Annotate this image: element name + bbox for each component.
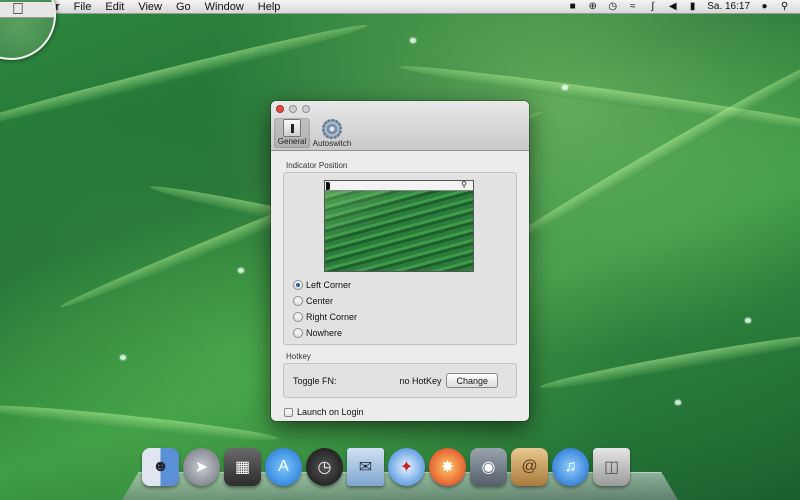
radio-nowhere[interactable]: Nowhere xyxy=(293,327,357,339)
hotkey-heading: Hotkey xyxy=(286,352,311,361)
dock: ☻ ➤ ▦ A ◷ ✉ ✦ ✸ ◉ @ ♫ ◫ xyxy=(142,448,630,486)
radio-left-corner[interactable]: Left Corner xyxy=(293,279,357,291)
safari-icon[interactable]: ✦ xyxy=(388,448,425,486)
tab-autoswitch-label: Autoswitch xyxy=(312,139,352,148)
target-icon[interactable]: ⊕ xyxy=(587,1,598,12)
indicator-position-group: ⚲ Left Corner Center Right Corner Nowher… xyxy=(283,172,517,345)
change-hotkey-button[interactable]: Change xyxy=(446,373,498,388)
spotlight-search-icon[interactable]: ⚲ xyxy=(779,1,790,12)
contacts-icon[interactable]: @ xyxy=(511,448,548,486)
radio-center-label: Center xyxy=(306,296,334,306)
bluetooth-icon[interactable]: ∫ xyxy=(647,1,658,12)
menu-edit[interactable]: Edit xyxy=(98,1,131,13)
radio-nowhere-button[interactable] xyxy=(293,328,303,338)
indicator-position-heading: Indicator Position xyxy=(286,161,348,170)
radio-right-corner-label: Right Corner xyxy=(306,312,358,322)
preferences-window: General Autoswitch Indicator Position ⚲ … xyxy=(271,101,529,421)
hotkey-value: no HotKey xyxy=(399,375,442,386)
launch-on-login-row[interactable]: Launch on Login xyxy=(284,407,517,417)
user-icon[interactable]: ● xyxy=(759,1,770,12)
radio-left-corner-label: Left Corner xyxy=(306,280,352,290)
trash-icon[interactable]: ◫ xyxy=(593,448,630,486)
finder-icon[interactable]: ☻ xyxy=(142,448,179,486)
wifi-icon[interactable]: ≈ xyxy=(627,1,638,12)
hotkey-group: Toggle FN: no HotKey Change xyxy=(283,363,517,398)
apple-logo-icon:  xyxy=(12,1,24,19)
launchpad-icon[interactable]: ➤ xyxy=(183,448,220,486)
tab-general-label: General xyxy=(277,137,307,146)
itunes-icon[interactable]: ♫ xyxy=(552,448,589,486)
dashboard-icon[interactable]: ◷ xyxy=(306,448,343,486)
menu-clock[interactable]: Sa. 16:17 xyxy=(707,1,750,12)
tab-general[interactable]: General xyxy=(274,118,310,148)
indicator-preview: ⚲ xyxy=(324,180,474,272)
photo-booth-icon[interactable]: ✸ xyxy=(429,448,466,486)
radio-right-corner-button[interactable] xyxy=(293,312,303,322)
launch-on-login-label: Launch on Login xyxy=(297,407,364,417)
mail-icon[interactable]: ✉ xyxy=(347,448,384,486)
time-machine-icon[interactable]: ◷ xyxy=(607,1,618,12)
position-radio-group: Left Corner Center Right Corner Nowhere xyxy=(293,279,357,339)
gear-icon xyxy=(322,119,342,139)
app-store-icon[interactable]: A xyxy=(265,448,302,486)
zoom-window-button[interactable] xyxy=(302,105,310,113)
radio-center[interactable]: Center xyxy=(293,295,357,307)
radio-nowhere-label: Nowhere xyxy=(306,328,343,338)
menu-view[interactable]: View xyxy=(131,1,169,13)
close-window-button[interactable] xyxy=(276,105,284,113)
battery-icon[interactable]: ▮ xyxy=(687,1,698,12)
preview-search-icon: ⚲ xyxy=(461,180,467,189)
facetime-icon[interactable]: ◉ xyxy=(470,448,507,486)
volume-icon[interactable]: ◀ xyxy=(667,1,678,12)
menu-file[interactable]: File xyxy=(67,1,99,13)
menu-go[interactable]: Go xyxy=(169,1,198,13)
tab-autoswitch[interactable]: Autoswitch xyxy=(312,118,352,148)
radio-right-corner[interactable]: Right Corner xyxy=(293,311,357,323)
minimize-window-button[interactable] xyxy=(289,105,297,113)
radio-left-corner-button[interactable] xyxy=(293,280,303,290)
indicator-marker xyxy=(326,182,330,190)
general-icon xyxy=(283,119,301,137)
menu-help[interactable]: Help xyxy=(251,1,288,13)
launch-on-login-checkbox[interactable] xyxy=(284,407,293,417)
window-toolbar: General Autoswitch xyxy=(271,101,529,151)
preview-menu-bar: ⚲ xyxy=(325,181,473,191)
mission-control-icon[interactable]: ▦ xyxy=(224,448,261,486)
input-indicator-icon[interactable]: ■ xyxy=(567,1,578,12)
toggle-fn-label: Toggle FN: xyxy=(293,375,337,386)
menu-bar:  Finder File Edit View Go Window Help ■… xyxy=(0,0,800,14)
radio-center-button[interactable] xyxy=(293,296,303,306)
menu-window[interactable]: Window xyxy=(198,1,251,13)
